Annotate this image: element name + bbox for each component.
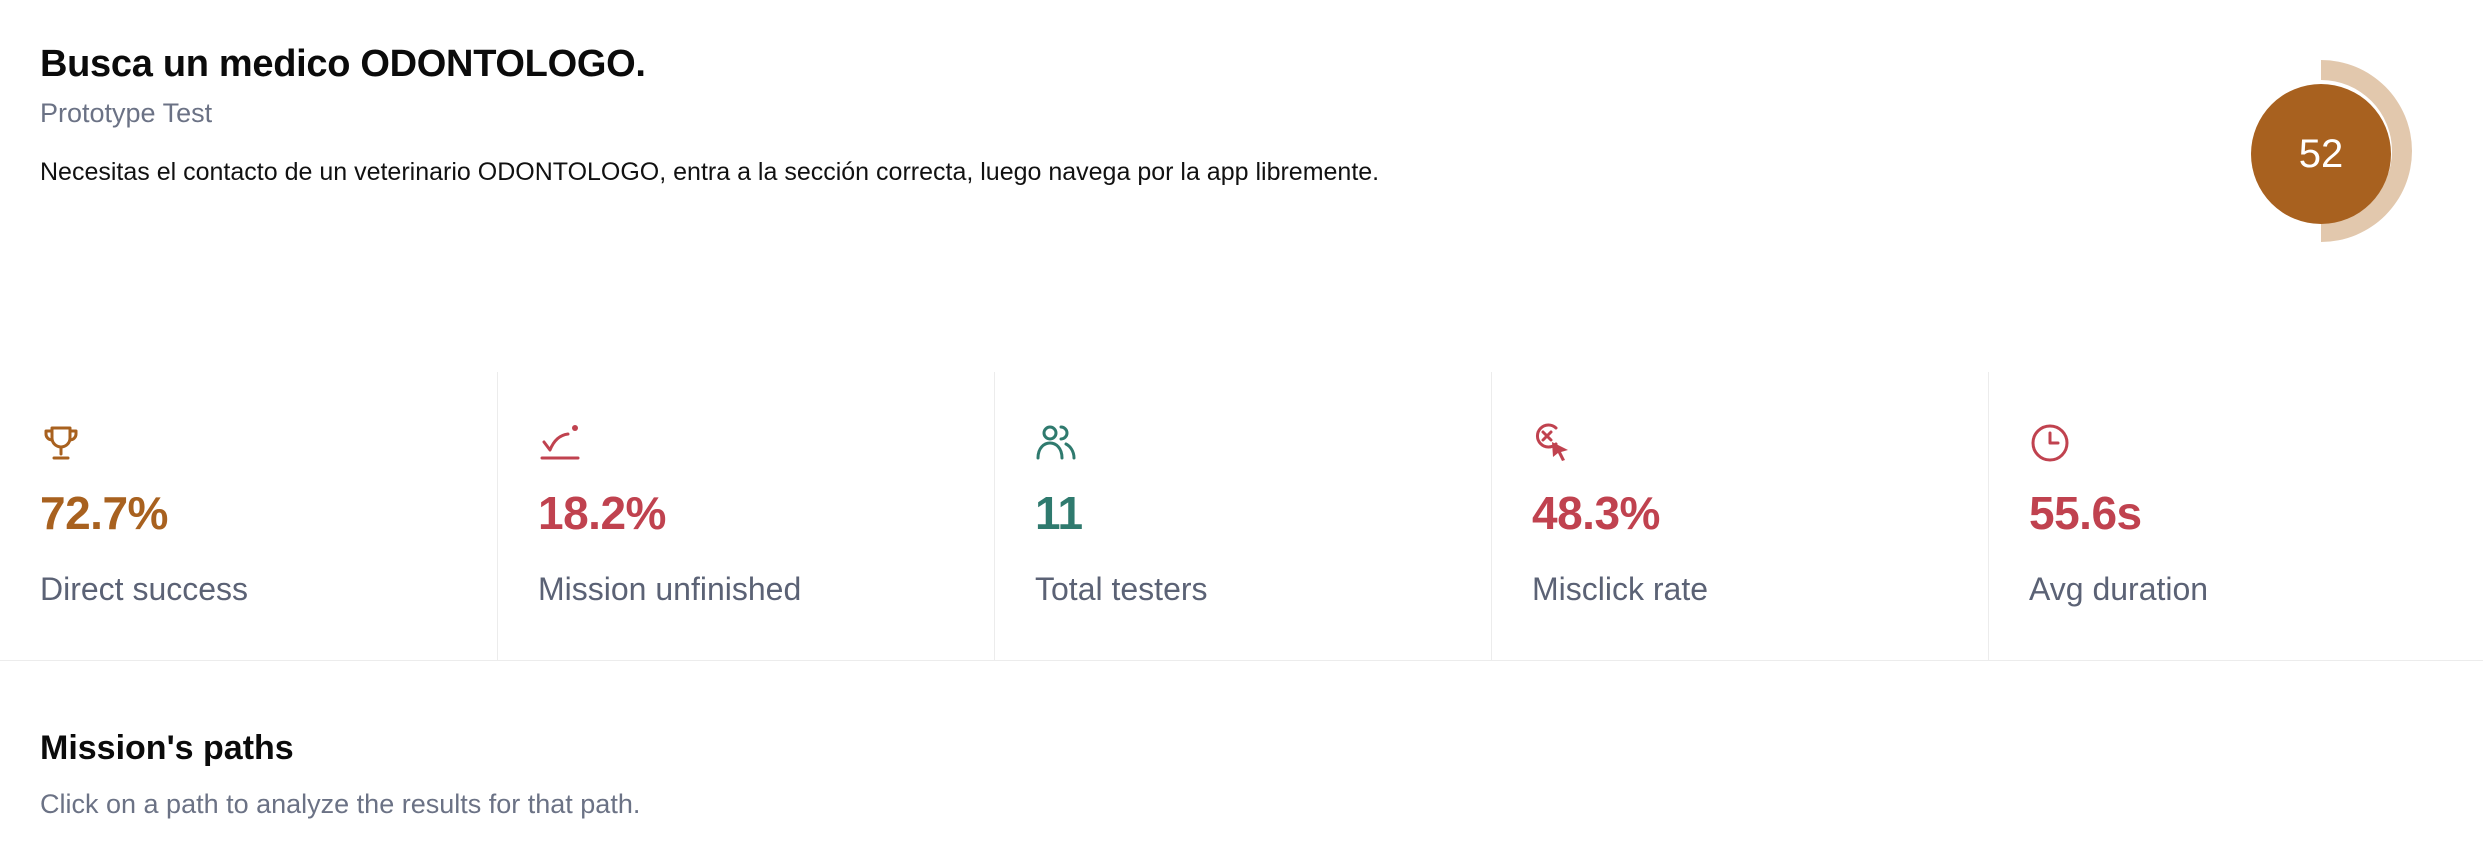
users-icon (1036, 425, 1076, 460)
metric-direct-success: 72.7% Direct success (0, 372, 497, 660)
metric-label: Misclick rate (1532, 571, 1709, 607)
metric-value: 18.2% (538, 487, 666, 539)
metric-mission-unfinished: 18.2% Mission unfinished (497, 372, 995, 660)
mission-type: Prototype Test (40, 98, 213, 128)
metric-total-testers: 11 Total testers (994, 372, 1492, 660)
trophy-icon (44, 426, 78, 460)
mission-paths-section: Mission's paths Click on a path to analy… (40, 725, 640, 821)
metric-label: Avg duration (2029, 571, 2209, 607)
score-value: 52 (2298, 132, 2344, 176)
metric-label: Total testers (1035, 571, 1208, 607)
misclick-icon (1536, 423, 1568, 461)
metric-label: Mission unfinished (538, 571, 802, 607)
mission-title: Busca un medico ODONTOLOGO. (40, 43, 646, 85)
usability-score: 52 (2245, 58, 2415, 242)
mission-header: Busca un medico ODONTOLOGO. Prototype Te… (40, 38, 2240, 188)
metric-avg-duration: 55.6s Avg duration (1988, 372, 2483, 660)
mission-unfinished-icon (540, 425, 580, 460)
paths-subtitle: Click on a path to analyze the results f… (40, 789, 641, 819)
metric-value: 55.6s (2029, 487, 2142, 539)
metric-misclick-rate: 48.3% Misclick rate (1491, 372, 1989, 660)
metrics-row: 72.7% Direct success 18.2% Mission unfin… (0, 372, 2483, 661)
paths-title: Mission's paths (40, 729, 294, 767)
metric-value: 72.7% (40, 487, 168, 539)
metric-value: 48.3% (1532, 487, 1660, 539)
metric-value: 11 (1035, 487, 1083, 539)
mission-description: Necesitas el contacto de un veterinario … (40, 158, 1380, 186)
metric-label: Direct success (40, 571, 249, 607)
clock-icon (2031, 424, 2069, 462)
